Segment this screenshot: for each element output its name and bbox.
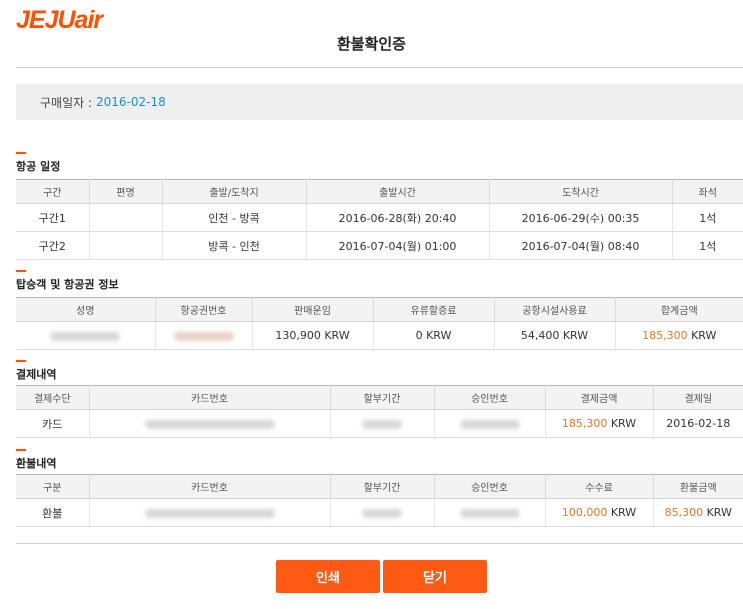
passenger-name-cell [16,321,156,350]
arrival-cell: 2016-07-04(월) 08:40 [489,231,673,260]
col-header: 승인번호 [434,385,546,410]
installment-cell [330,498,435,527]
col-header: 편명 [89,179,163,204]
table-row: 카드 185,300 KRW 2016-02-18 [16,409,743,438]
departure-cell: 2016-06-28(화) 20:40 [306,203,490,232]
flight-number-cell [89,231,163,260]
table-header-row: 구분 카드번호 할부기간 승인번호 수수료 환불금액 [16,474,743,499]
page-title: 환불확인증 [336,35,406,53]
route-cell: 방콕 - 인천 [162,231,307,260]
col-header: 카드번호 [89,385,331,410]
col-header: 할부기간 [330,385,435,410]
payment-date-cell: 2016-02-18 [653,409,743,438]
payment-details-title: 결제내역 [16,360,57,381]
arrival-cell: 2016-06-29(수) 00:35 [489,203,673,232]
col-header: 공항시설사용료 [494,297,616,322]
card-number-cell [89,409,331,438]
col-header: 항공권번호 [155,297,253,322]
seat-cell: 1석 [672,231,743,260]
fee-cell: 100,000 KRW [545,498,654,527]
redacted-card-number [144,508,275,518]
refund-amount-cell: 85,300 KRW [653,498,743,527]
departure-cell: 2016-07-04(월) 01:00 [306,231,490,260]
flight-number-cell [89,203,163,232]
header-divider [16,67,743,68]
col-header: 출발시간 [306,179,490,204]
col-header: 수수료 [545,474,654,499]
redacted-name [50,331,121,341]
col-header: 판매운임 [252,297,374,322]
col-header: 승인번호 [434,474,546,499]
refund-details-table: 구분 카드번호 할부기간 승인번호 수수료 환불금액 환불 100,000 KR… [16,474,743,527]
col-header: 유류할증료 [373,297,495,322]
purchase-date-label: 구매일자 : [40,95,93,110]
redacted-ticket-number [173,331,234,341]
payment-details-table: 결제수단 카드번호 할부기간 승인번호 결제금액 결제일 카드 185,300 … [16,385,743,438]
col-header: 결제금액 [545,385,654,410]
col-header: 출발/도착지 [162,179,307,204]
col-header: 좌석 [672,179,743,204]
payment-amount-cell: 185,300 KRW [545,409,654,438]
fuel-surcharge-cell: 0 KRW [373,321,495,350]
redacted-card-number [144,419,275,429]
route-cell: 인천 - 방콕 [162,203,307,232]
flight-schedule-table: 구간 편명 출발/도착지 출발시간 도착시간 좌석 구간1 인천 - 방콕 20… [16,179,743,260]
col-header: 환불금액 [653,474,743,499]
seat-cell: 1석 [672,203,743,232]
segment-cell: 구간2 [16,231,90,260]
approval-number-cell [434,498,546,527]
table-row: 구간1 인천 - 방콕 2016-06-28(화) 20:40 2016-06-… [16,203,743,232]
table-header-row: 구간 편명 출발/도착지 출발시간 도착시간 좌석 [16,179,743,204]
print-button[interactable]: 인쇄 [276,560,380,593]
col-header: 결제수단 [16,385,90,410]
jejuair-logo: JEJUair [16,6,103,34]
approval-number-cell [434,409,546,438]
col-header: 카드번호 [89,474,331,499]
col-header: 도착시간 [489,179,673,204]
col-header: 구분 [16,474,90,499]
passenger-info-title: 탑승객 및 항공권 정보 [16,270,119,291]
table-header-row: 성명 항공권번호 판매운임 유류할증료 공항시설사용료 합계금액 [16,297,743,322]
table-row: 환불 100,000 KRW 85,300 KRW [16,498,743,527]
fare-cell: 130,900 KRW [252,321,374,350]
close-button[interactable]: 닫기 [383,560,487,593]
redacted-approval-number [459,508,520,518]
col-header: 할부기간 [330,474,435,499]
ticket-number-cell [155,321,253,350]
col-header: 결제일 [653,385,743,410]
refund-details-title: 환불내역 [16,449,57,470]
passenger-info-table: 성명 항공권번호 판매운임 유류할증료 공항시설사용료 합계금액 130,900… [16,297,743,350]
payment-method-cell: 카드 [16,409,90,438]
total-amount-cell: 185,300 KRW [615,321,743,350]
purchase-date-value: 2016-02-18 [96,95,166,109]
purchase-date-bar: 구매일자 : 2016-02-18 [16,84,743,120]
segment-cell: 구간1 [16,203,90,232]
table-row: 구간2 방콕 - 인천 2016-07-04(월) 01:00 2016-07-… [16,231,743,260]
refund-type-cell: 환불 [16,498,90,527]
table-row: 130,900 KRW 0 KRW 54,400 KRW 185,300 KRW [16,321,743,350]
card-number-cell [89,498,331,527]
redacted-installment [362,419,402,429]
airport-fee-cell: 54,400 KRW [494,321,616,350]
footer-divider [16,543,743,544]
col-header: 합계금액 [615,297,743,322]
installment-cell [330,409,435,438]
flight-schedule-title: 항공 일정 [16,152,61,173]
table-header-row: 결제수단 카드번호 할부기간 승인번호 결제금액 결제일 [16,385,743,410]
col-header: 성명 [16,297,156,322]
col-header: 구간 [16,179,90,204]
redacted-installment [362,508,402,518]
redacted-approval-number [459,419,520,429]
